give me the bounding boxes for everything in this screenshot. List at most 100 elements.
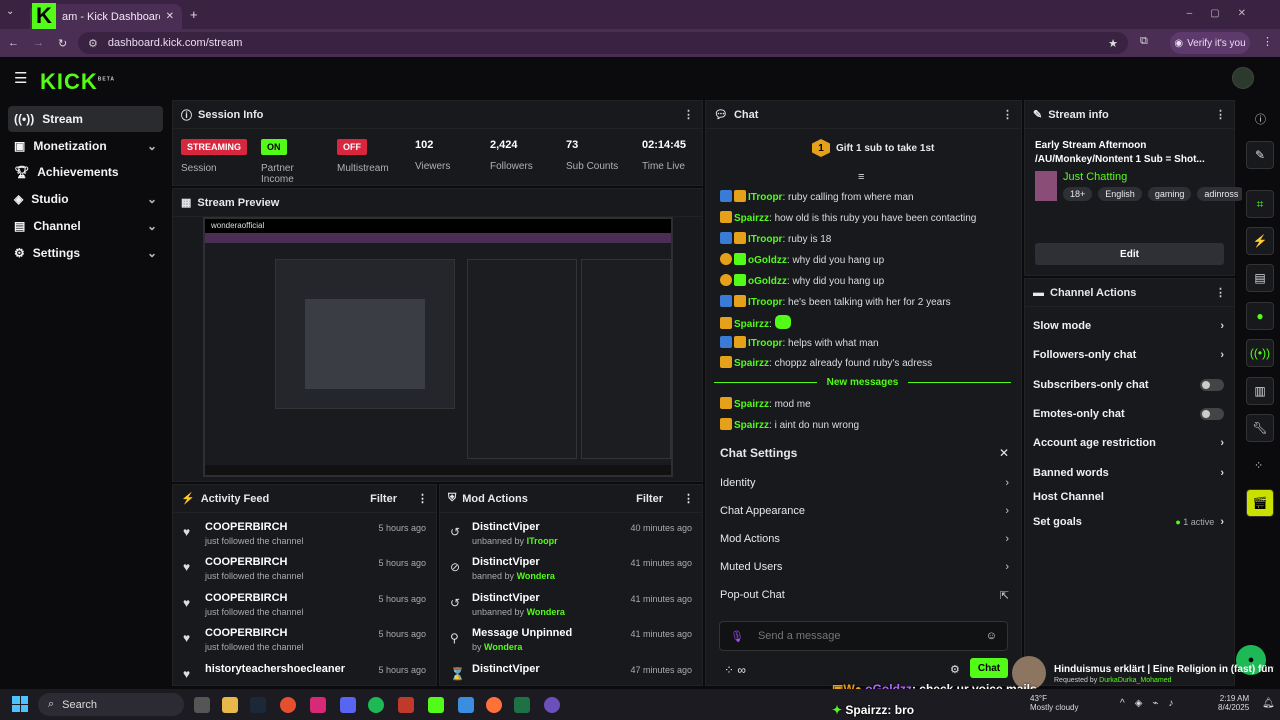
mod-by-user[interactable]: Wondera: [517, 571, 555, 581]
tab-search-icon[interactable]: ⌄: [6, 6, 14, 17]
chat-username[interactable]: Spairzz: [734, 399, 769, 410]
tag-chip[interactable]: gaming: [1147, 187, 1192, 201]
app-icon[interactable]: [398, 697, 414, 713]
gift-sub-banner[interactable]: 1 Gift 1 sub to take 1st: [812, 139, 934, 157]
wrench-icon[interactable]: 🔧︎: [1246, 414, 1274, 442]
sidebar-item-achievements[interactable]: 🏆︎ Achievements: [8, 159, 163, 185]
hamburger-menu-icon[interactable]: ☰: [14, 69, 27, 87]
forward-icon[interactable]: →: [33, 37, 44, 49]
tag-chip[interactable]: 18+: [1063, 187, 1093, 201]
notification-icon[interactable]: 🔔︎: [1262, 698, 1275, 709]
emoji-icon[interactable]: ☺: [986, 630, 997, 642]
clip-icon[interactable]: ⌗: [1246, 190, 1274, 218]
notes-icon[interactable]: ▤: [1246, 264, 1274, 292]
chat-gear-icon[interactable]: ⚙: [950, 663, 960, 676]
more-options-icon[interactable]: ⋮: [683, 492, 694, 505]
file-explorer-icon[interactable]: [222, 697, 238, 713]
mod-by-user[interactable]: ITroopr: [527, 536, 558, 546]
chat-username[interactable]: ITroopr: [748, 234, 782, 245]
filter-button[interactable]: Filter: [636, 493, 663, 505]
more-options-icon[interactable]: ⋮: [683, 108, 694, 121]
account-age-row[interactable]: Account age restriction ›: [1033, 431, 1224, 455]
chat-username[interactable]: oGoldzz: [748, 276, 787, 287]
bookmark-star-icon[interactable]: ★: [1108, 37, 1118, 50]
close-tab-icon[interactable]: ✕: [166, 11, 174, 22]
lightning-icon[interactable]: ⚡: [1246, 227, 1274, 255]
chat-username[interactable]: oGoldzz: [748, 255, 787, 266]
site-info-icon[interactable]: ⚙: [88, 37, 98, 50]
mod-by-user[interactable]: Wondera: [527, 607, 565, 617]
info-icon[interactable]: ⓘ: [1255, 111, 1266, 127]
reload-icon[interactable]: ↻: [58, 37, 67, 50]
share-icon[interactable]: ⁘: [1254, 459, 1263, 472]
excel-icon[interactable]: [514, 697, 530, 713]
broadcast-icon[interactable]: ((•)): [1246, 339, 1274, 367]
obs-icon[interactable]: [544, 697, 560, 713]
sidebar-item-settings[interactable]: ⚙ Settings ⌄: [8, 240, 163, 266]
new-messages-divider[interactable]: New messages: [714, 377, 1011, 388]
browser-menu-icon[interactable]: ⋮: [1262, 35, 1273, 48]
followers-only-row[interactable]: Followers-only chat ›: [1033, 343, 1224, 367]
filter-button[interactable]: Filter: [370, 493, 397, 505]
system-tray-icons[interactable]: ^◈⌁♪: [1120, 698, 1183, 709]
chrome-icon[interactable]: [280, 697, 296, 713]
windows-start-icon[interactable]: [12, 696, 28, 712]
notepad-icon[interactable]: [458, 697, 474, 713]
instagram-icon[interactable]: [310, 697, 326, 713]
tag-chip[interactable]: adinross: [1197, 187, 1246, 201]
subscribers-only-toggle[interactable]: [1200, 379, 1224, 391]
stream-preview-video[interactable]: wonderaofficial: [203, 217, 673, 477]
layout-icon[interactable]: ▥: [1246, 377, 1274, 405]
steam-icon[interactable]: [250, 697, 266, 713]
extensions-icon[interactable]: ⧉: [1140, 35, 1148, 48]
slow-mode-row[interactable]: Slow mode ›: [1033, 314, 1224, 338]
new-tab-icon[interactable]: +: [190, 7, 198, 22]
window-controls[interactable]: –▢✕: [1187, 8, 1264, 19]
discord-icon[interactable]: [340, 697, 356, 713]
kick-logo[interactable]: KICKBETA: [40, 69, 115, 95]
address-bar[interactable]: ⚙ dashboard.kick.com/stream ★: [78, 32, 1128, 54]
sidebar-item-studio[interactable]: ◈ Studio ⌄: [8, 186, 163, 212]
close-icon[interactable]: ✕: [999, 446, 1009, 460]
chat-input[interactable]: 🎙︎ ☺: [719, 621, 1008, 651]
more-options-icon[interactable]: ⋮: [417, 492, 428, 505]
chat-setting-appearance[interactable]: Chat Appearance ›: [720, 500, 1009, 522]
more-options-icon[interactable]: ⋮: [1215, 108, 1226, 121]
chat-setting-muted-users[interactable]: Muted Users ›: [720, 556, 1009, 578]
points-icon[interactable]: ⁘ ∞: [724, 663, 746, 677]
taskbar-search[interactable]: ⌕ Search: [38, 693, 184, 716]
chat-username[interactable]: ITroopr: [748, 338, 782, 349]
clock[interactable]: 2:19 AM 8/4/2025: [1218, 694, 1249, 712]
chat-username[interactable]: ITroopr: [748, 192, 782, 203]
emotes-only-toggle[interactable]: [1200, 408, 1224, 420]
sidebar-item-stream[interactable]: ((•)) Stream: [8, 106, 163, 132]
weather-widget[interactable]: 43°F Mostly cloudy: [1030, 694, 1078, 712]
edit-stream-button[interactable]: Edit: [1035, 243, 1224, 265]
chat-username[interactable]: ITroopr: [748, 297, 782, 308]
sidebar-item-channel[interactable]: ▤ Channel ⌄: [8, 213, 163, 239]
task-view-icon[interactable]: [194, 697, 210, 713]
browser-tab[interactable]: K am - Kick Dashboard ✕: [30, 2, 182, 29]
chat-username[interactable]: Spairzz: [734, 420, 769, 431]
chat-username[interactable]: Spairzz: [734, 358, 769, 369]
chat-setting-popout[interactable]: Pop-out Chat ⇱: [720, 584, 1009, 606]
spotify-icon[interactable]: [368, 697, 384, 713]
chat-username[interactable]: Spairzz: [734, 319, 769, 330]
sidebar-item-monetization[interactable]: ▣ Monetization ⌄: [8, 133, 163, 159]
set-goals-row[interactable]: Set goals ● 1 active ›: [1033, 510, 1224, 534]
chat-setting-mod-actions[interactable]: Mod Actions ›: [720, 528, 1009, 550]
host-channel-row[interactable]: Host Channel: [1033, 485, 1224, 509]
verify-button[interactable]: ◉ Verify it's you: [1170, 32, 1250, 54]
mod-by-user[interactable]: Wondera: [484, 642, 522, 652]
message-field[interactable]: [757, 630, 972, 642]
chat-bubble-icon[interactable]: ●: [1246, 302, 1274, 330]
send-chat-button[interactable]: Chat: [970, 658, 1008, 678]
kick-app-icon[interactable]: [428, 697, 444, 713]
user-avatar[interactable]: [1232, 67, 1254, 89]
tag-chip[interactable]: English: [1098, 187, 1142, 201]
edit-icon[interactable]: ✎: [1246, 141, 1274, 169]
chat-username[interactable]: Spairzz: [734, 213, 769, 224]
clapper-icon[interactable]: 🎬︎: [1246, 489, 1274, 517]
pinned-collapse-icon[interactable]: ≡: [858, 171, 864, 183]
more-options-icon[interactable]: ⋮: [1215, 286, 1226, 299]
